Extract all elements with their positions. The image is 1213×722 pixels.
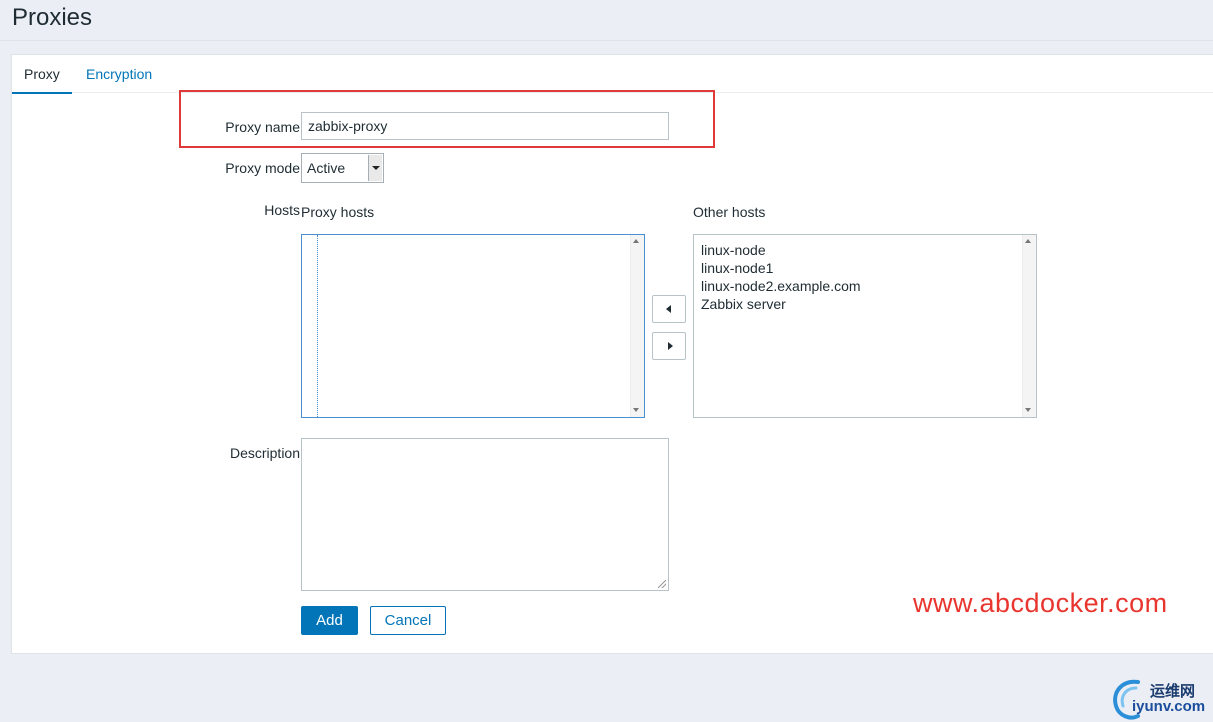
page-title: Proxies bbox=[12, 4, 93, 31]
scroll-down-icon[interactable] bbox=[630, 405, 644, 415]
add-button[interactable]: Add bbox=[301, 606, 358, 635]
hosts-label: Hosts bbox=[264, 202, 300, 218]
list-item[interactable]: linux-node2.example.com bbox=[701, 277, 861, 295]
proxy-name-label: Proxy name bbox=[225, 119, 300, 135]
proxy-hosts-heading: Proxy hosts bbox=[301, 204, 375, 220]
list-item[interactable]: linux-node bbox=[701, 241, 861, 259]
arrow-right-icon bbox=[668, 342, 673, 350]
focus-caret bbox=[317, 235, 318, 417]
proxy-mode-value: Active bbox=[307, 160, 346, 176]
logo-text-en: iyunv.com bbox=[1132, 698, 1206, 715]
tab-proxy[interactable]: Proxy bbox=[12, 66, 72, 94]
move-to-proxy-button[interactable] bbox=[652, 295, 686, 323]
other-hosts-items: linux-node linux-node1 linux-node2.examp… bbox=[701, 241, 861, 313]
site-logo: 运维网 iyunv.com bbox=[1108, 676, 1213, 722]
watermark-site: www.abcdocker.com bbox=[913, 588, 1168, 618]
arrow-left-icon bbox=[666, 305, 671, 313]
tab-encryption[interactable]: Encryption bbox=[74, 66, 164, 92]
proxy-mode-select[interactable]: Active bbox=[301, 153, 384, 183]
move-to-other-button[interactable] bbox=[652, 332, 686, 360]
scroll-up-icon[interactable] bbox=[630, 237, 644, 247]
description-textarea[interactable] bbox=[301, 438, 669, 591]
proxy-hosts-scrollbar[interactable] bbox=[630, 235, 644, 417]
scroll-down-icon[interactable] bbox=[1022, 405, 1036, 415]
title-divider bbox=[0, 40, 1213, 41]
other-hosts-scrollbar[interactable] bbox=[1022, 235, 1036, 417]
list-item[interactable]: Zabbix server bbox=[701, 295, 861, 313]
list-item[interactable]: linux-node1 bbox=[701, 259, 861, 277]
tab-bar: Proxy Encryption bbox=[12, 55, 1213, 94]
chevron-down-icon[interactable] bbox=[368, 155, 382, 181]
other-hosts-heading: Other hosts bbox=[693, 204, 766, 220]
cancel-button[interactable]: Cancel bbox=[370, 606, 446, 635]
proxy-name-input[interactable] bbox=[301, 112, 669, 140]
description-label: Description bbox=[229, 445, 300, 461]
proxy-hosts-listbox[interactable] bbox=[301, 234, 645, 418]
other-hosts-listbox[interactable]: linux-node linux-node1 linux-node2.examp… bbox=[693, 234, 1037, 418]
proxy-mode-label: Proxy mode bbox=[225, 160, 300, 176]
scroll-up-icon[interactable] bbox=[1022, 237, 1036, 247]
resize-grip-icon[interactable] bbox=[658, 580, 666, 588]
form-panel: Proxy Encryption Proxy name Proxy mode A… bbox=[11, 54, 1213, 654]
